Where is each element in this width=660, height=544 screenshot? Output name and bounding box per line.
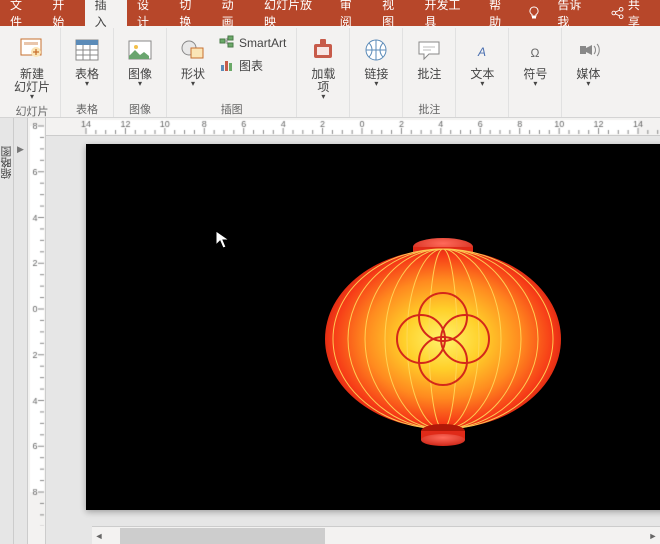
group-tables: 表格 ▾ 表格 bbox=[61, 28, 114, 117]
group-illustrations-label: 插图 bbox=[173, 101, 290, 117]
new-slide-icon bbox=[16, 34, 48, 66]
group-tables-label: 表格 bbox=[67, 101, 107, 117]
svg-text:A: A bbox=[477, 45, 486, 59]
outline-pane[interactable]: 缩略图 bbox=[0, 118, 14, 544]
ruler-vertical[interactable] bbox=[28, 118, 46, 544]
addin-label: 加载 项 bbox=[311, 68, 335, 94]
work-area: 缩略图 ▶ bbox=[0, 118, 660, 544]
menu-developer[interactable]: 开发工具 bbox=[414, 0, 479, 26]
menu-view[interactable]: 视图 bbox=[372, 0, 414, 26]
svg-text:Ω: Ω bbox=[531, 46, 540, 60]
group-images: 图像 ▾ 图像 bbox=[114, 28, 167, 117]
new-slide-label: 新建 幻灯片 bbox=[14, 68, 50, 94]
text-button[interactable]: A 文本 ▾ bbox=[462, 28, 502, 90]
shapes-icon bbox=[177, 34, 209, 66]
scroll-thumb[interactable] bbox=[120, 528, 325, 544]
scroll-track[interactable] bbox=[120, 528, 632, 544]
menu-tellme[interactable]: 告诉我 bbox=[547, 0, 600, 26]
menu-slideshow[interactable]: 幻灯片放映 bbox=[254, 0, 330, 26]
group-media: 媒体 ▾ bbox=[562, 28, 614, 117]
group-images-label: 图像 bbox=[120, 101, 160, 117]
scrollbar-horizontal[interactable]: ◄ ► bbox=[92, 526, 660, 544]
group-comments: 批注 批注 bbox=[403, 28, 456, 117]
chart-icon bbox=[219, 57, 235, 73]
chevron-down-icon: ▾ bbox=[30, 92, 34, 101]
group-media-label bbox=[568, 101, 608, 117]
group-links-label bbox=[356, 101, 396, 117]
chevron-down-icon: ▾ bbox=[321, 92, 325, 101]
group-slides: 新建 幻灯片 ▾ 幻灯片 bbox=[4, 28, 61, 117]
menu-bar: 文件 开始 插入 设计 切换 动画 幻灯片放映 审阅 视图 开发工具 帮助 告诉… bbox=[0, 0, 660, 26]
group-text: A 文本 ▾ bbox=[456, 28, 509, 117]
menu-help[interactable]: 帮助 bbox=[479, 0, 521, 26]
ruler-horizontal[interactable] bbox=[46, 118, 660, 136]
addin-button[interactable]: 加载 项 ▾ bbox=[303, 28, 343, 103]
menu-transitions[interactable]: 切换 bbox=[169, 0, 211, 26]
chart-label: 图表 bbox=[239, 57, 263, 74]
media-icon bbox=[572, 34, 604, 66]
table-button[interactable]: 表格 ▾ bbox=[67, 28, 107, 90]
comment-icon bbox=[413, 34, 445, 66]
group-illustrations: 形状 ▾ SmartArt 图表 插图 bbox=[167, 28, 297, 117]
group-comments-label: 批注 bbox=[409, 101, 449, 117]
symbol-button[interactable]: Ω 符号 ▾ bbox=[515, 28, 555, 90]
scroll-left-button[interactable]: ◄ bbox=[92, 528, 106, 544]
share-label: 共享 bbox=[628, 0, 650, 30]
slide-canvas[interactable] bbox=[86, 144, 660, 510]
tellme-icon[interactable] bbox=[521, 0, 547, 26]
menu-review[interactable]: 审阅 bbox=[330, 0, 372, 26]
chevron-down-icon: ▾ bbox=[85, 79, 89, 88]
image-icon bbox=[124, 34, 156, 66]
symbol-icon: Ω bbox=[519, 34, 551, 66]
image-button[interactable]: 图像 ▾ bbox=[120, 28, 160, 90]
share-icon bbox=[611, 6, 624, 20]
group-addins-label bbox=[303, 103, 343, 117]
collapse-button[interactable]: ▶ bbox=[14, 118, 28, 544]
shapes-button[interactable]: 形状 ▾ bbox=[173, 28, 213, 90]
chevron-down-icon: ▾ bbox=[374, 79, 378, 88]
table-icon bbox=[71, 34, 103, 66]
chevron-down-icon: ▾ bbox=[191, 79, 195, 88]
smartart-button[interactable]: SmartArt bbox=[215, 32, 290, 54]
scroll-right-button[interactable]: ► bbox=[646, 528, 660, 544]
share-button[interactable]: 共享 bbox=[601, 0, 660, 26]
addin-icon bbox=[307, 34, 339, 66]
comment-label: 批注 bbox=[417, 68, 441, 81]
outline-label: 缩略图 bbox=[0, 146, 15, 179]
chevron-down-icon: ▾ bbox=[533, 79, 537, 88]
comment-button[interactable]: 批注 bbox=[409, 28, 449, 83]
slide-stage[interactable] bbox=[46, 136, 660, 544]
chevron-down-icon: ▾ bbox=[480, 79, 484, 88]
lantern-shape[interactable] bbox=[86, 144, 660, 510]
group-slides-label: 幻灯片 bbox=[10, 103, 54, 119]
menu-home[interactable]: 开始 bbox=[42, 0, 84, 26]
group-addins: 加载 项 ▾ bbox=[297, 28, 350, 117]
new-slide-button[interactable]: 新建 幻灯片 ▾ bbox=[10, 28, 54, 103]
media-button[interactable]: 媒体 ▾ bbox=[568, 28, 608, 90]
chevron-down-icon: ▾ bbox=[586, 79, 590, 88]
text-icon: A bbox=[466, 34, 498, 66]
chart-button[interactable]: 图表 bbox=[215, 54, 290, 76]
menu-design[interactable]: 设计 bbox=[127, 0, 169, 26]
menu-file[interactable]: 文件 bbox=[0, 0, 42, 26]
smartart-label: SmartArt bbox=[239, 36, 286, 50]
group-symbols-label bbox=[515, 101, 555, 117]
chevron-down-icon: ▾ bbox=[138, 79, 142, 88]
group-symbols: Ω 符号 ▾ bbox=[509, 28, 562, 117]
link-icon bbox=[360, 34, 392, 66]
menu-insert[interactable]: 插入 bbox=[85, 0, 127, 26]
ribbon: 新建 幻灯片 ▾ 幻灯片 表格 ▾ 表格 图像 ▾ 图像 bbox=[0, 26, 660, 118]
smartart-icon bbox=[219, 35, 235, 51]
group-text-label bbox=[462, 101, 502, 117]
link-button[interactable]: 链接 ▾ bbox=[356, 28, 396, 90]
group-links: 链接 ▾ bbox=[350, 28, 403, 117]
menu-animations[interactable]: 动画 bbox=[212, 0, 254, 26]
